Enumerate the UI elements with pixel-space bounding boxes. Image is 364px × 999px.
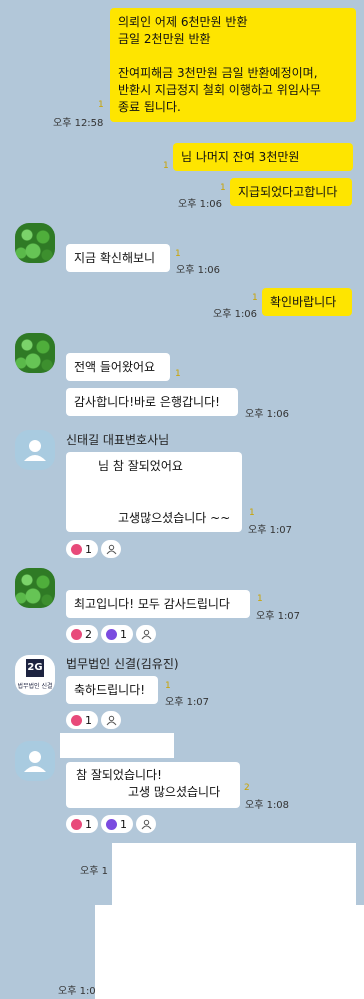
reaction-count: 1 (85, 542, 92, 556)
unread-count: 1 (252, 293, 258, 303)
reaction-count: 1 (120, 627, 127, 641)
reaction-users-button[interactable] (101, 711, 121, 729)
unread-count: 1 (175, 249, 181, 259)
message-time: 오후 1:06 (176, 265, 221, 276)
reaction-count: 1 (120, 817, 127, 831)
redacted-message (95, 905, 364, 999)
person-icon (106, 715, 116, 725)
message-time: 오후 1:08 (245, 800, 290, 811)
message-line: 님 참 잘되었어요 (98, 459, 183, 473)
unread-count: 1 (165, 681, 171, 691)
message-time: 오후 1:06 (213, 309, 258, 320)
message-time: 오후 1:06 (245, 409, 290, 420)
reaction-users-button[interactable] (136, 625, 156, 643)
message-bubble-received[interactable]: 참 잘되었습니다! 고생 많으셨습니다 (66, 762, 240, 808)
avatar[interactable] (15, 741, 55, 781)
message-line: 참 잘되었습니다! (76, 768, 162, 782)
avatar[interactable] (15, 333, 55, 373)
avatar[interactable] (15, 568, 55, 608)
reaction-heart[interactable]: 1 (66, 815, 98, 833)
message-bubble-received[interactable]: 님 참 잘되었어요 고생많으셨습니다 ~~ (66, 452, 242, 532)
reaction-heart[interactable]: 2 (66, 625, 98, 643)
person-icon (106, 544, 116, 554)
reaction-thumb[interactable]: 1 (101, 625, 133, 643)
reaction-heart[interactable]: 1 (66, 540, 98, 558)
reaction-count: 2 (85, 627, 92, 641)
message-line: 고생많으셨습니다 ~~ (118, 511, 231, 525)
sender-name: 법무법인 신결(김유진) (66, 657, 179, 671)
unread-count: 1 (249, 508, 255, 518)
heart-icon (71, 628, 82, 640)
reaction-count: 1 (85, 817, 92, 831)
reaction-heart[interactable]: 1 (66, 711, 98, 729)
message-time: 오후 1:06 (178, 199, 223, 210)
heart-icon (71, 714, 82, 726)
avatar[interactable]: 2G 법무법인 신결 (15, 655, 55, 695)
message-time: 오후 1:07 (256, 611, 301, 622)
redacted-message (112, 843, 356, 905)
avatar[interactable] (15, 223, 55, 263)
unread-count: 1 (175, 369, 181, 379)
message-bubble-sent[interactable]: 의뢰인 어제 6천만원 반환 금일 2천만원 반환 잔여피해금 3천만원 금일 … (110, 8, 356, 122)
unread-count: 2 (244, 783, 250, 793)
message-bubble-sent[interactable]: 확인바랍니다 (262, 288, 352, 316)
message-bubble-sent[interactable]: 님 나머지 잔여 3천만원 (173, 143, 353, 171)
message-time: 오후 1 (80, 866, 108, 877)
avatar[interactable] (15, 430, 55, 470)
firm-logo-text: 법무법인 신결 (17, 683, 53, 690)
message-bubble-received[interactable]: 감사합니다!바로 은행갑니다! (66, 388, 238, 416)
unread-count: 1 (257, 594, 263, 604)
unread-count: 1 (220, 183, 226, 193)
sender-name: 신태길 대표변호사님 (66, 433, 170, 447)
message-time: 오후 1:07 (248, 525, 293, 536)
message-time: 오후 1:07 (165, 697, 210, 708)
unread-count: 1 (98, 100, 104, 110)
person-icon (141, 629, 151, 639)
message-bubble-received[interactable]: 축하드립니다! (66, 676, 158, 704)
thumb-icon (106, 628, 117, 640)
message-bubble-sent[interactable]: 지급되었다고합니다 (230, 178, 352, 206)
heart-icon (71, 818, 82, 830)
reaction-count: 1 (85, 713, 92, 727)
person-icon (24, 440, 46, 461)
person-icon (24, 751, 46, 772)
reaction-users-button[interactable] (101, 540, 121, 558)
redacted-name (60, 733, 174, 758)
thumb-icon (106, 818, 117, 830)
message-bubble-received[interactable]: 전액 들어왔어요 (66, 353, 170, 381)
message-bubble-received[interactable]: 지금 확신해보니 (66, 244, 170, 272)
message-time: 오후 1:0 (58, 986, 96, 997)
reaction-users-button[interactable] (136, 815, 156, 833)
message-bubble-received[interactable]: 최고입니다! 모두 감사드립니다 (66, 590, 250, 618)
message-time: 오후 12:58 (53, 118, 104, 129)
firm-logo-mark: 2G (26, 659, 44, 677)
heart-icon (71, 543, 82, 555)
reaction-thumb[interactable]: 1 (101, 815, 133, 833)
person-icon (141, 819, 151, 829)
message-line: 고생 많으셨습니다 (128, 785, 221, 799)
unread-count: 1 (163, 161, 169, 171)
